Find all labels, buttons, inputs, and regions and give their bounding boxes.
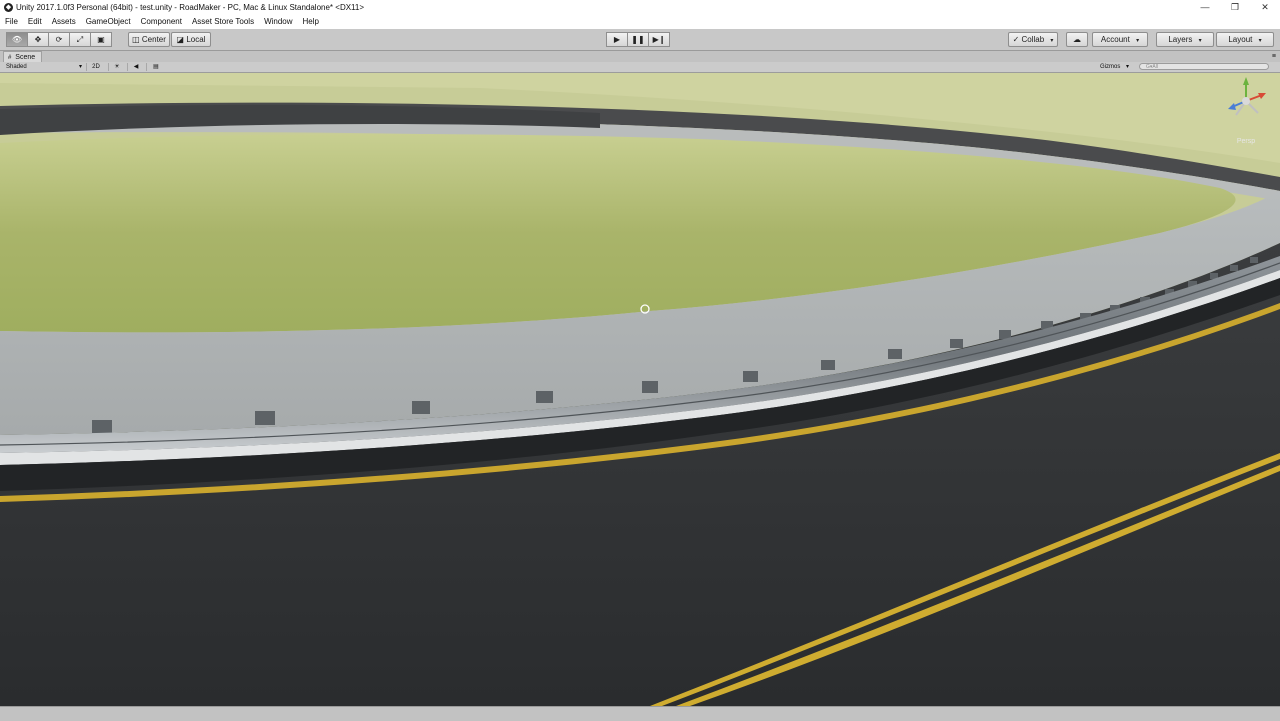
effects-icon[interactable]: ▤	[146, 63, 165, 71]
cloud-icon: ☁	[1073, 35, 1081, 44]
gizmos-search-input[interactable]: G▾All	[1139, 63, 1269, 70]
space-label: Local	[186, 35, 206, 44]
chevron-down-icon: ▾	[1136, 38, 1140, 44]
chevron-down-icon: ▾	[1198, 38, 1202, 44]
account-button[interactable]: Account ▾	[1092, 32, 1148, 47]
layout-label: Layout	[1228, 35, 1253, 44]
menu-edit[interactable]: Edit	[23, 15, 47, 29]
menu-assets[interactable]: Assets	[47, 15, 81, 29]
scale-icon[interactable]: ⤢	[69, 32, 91, 47]
window-controls: — ❐ ✕	[1190, 0, 1280, 15]
main-toolbar: 👁 ✥ ⟳ ⤢ ▣ ◫ Center ◪ Local ▶ ❚❚ ▶❙ ✓ Col…	[0, 29, 1280, 51]
persp-label: Persp	[1237, 138, 1255, 145]
menu-asset-store-tools[interactable]: Asset Store Tools	[187, 15, 259, 29]
collab-label: Collab	[1021, 35, 1045, 44]
2d-toggle-button[interactable]: 2D	[86, 63, 105, 71]
collab-check-icon: ✓	[1012, 35, 1020, 44]
cloud-button[interactable]: ☁	[1066, 32, 1088, 47]
status-bar	[0, 706, 1280, 721]
layout-dropdown[interactable]: Layout ▾	[1216, 32, 1274, 47]
scene-view-toolbar: Shaded ▾ 2D ☀ ◀ ▤ Gizmos ▾ G▾All	[0, 62, 1280, 73]
menu-icon[interactable]: ≡	[1272, 51, 1276, 62]
menu-window[interactable]: Window	[259, 15, 297, 29]
lighting-icon[interactable]: ☀	[108, 63, 125, 71]
chevron-down-icon: ▾	[1050, 38, 1054, 44]
chevron-down-icon: ▾	[78, 64, 82, 70]
gizmos-dropdown[interactable]: Gizmos ▾	[1100, 62, 1129, 72]
space-icon: ◪	[176, 35, 185, 44]
title-bar: ◆ Unity 2017.1.0f3 Personal (64bit) - te…	[0, 0, 1280, 15]
transform-tools: 👁 ✥ ⟳ ⤢ ▣	[6, 32, 112, 47]
play-icon[interactable]: ▶	[606, 32, 628, 47]
gizmos-label: Gizmos	[1100, 64, 1121, 70]
move-icon[interactable]: ✥	[27, 32, 49, 47]
scene-viewport[interactable]: Persp	[0, 73, 1280, 706]
pause-icon[interactable]: ❚❚	[627, 32, 649, 47]
rotate-icon[interactable]: ⟳	[48, 32, 70, 47]
menu-bar: File Edit Assets GameObject Component As…	[0, 15, 1280, 29]
pivot-label: Center	[141, 35, 166, 44]
window-title: Unity 2017.1.0f3 Personal (64bit) - test…	[16, 3, 365, 12]
unity-logo-icon: ◆	[4, 3, 13, 12]
restore-icon[interactable]: ❐	[1220, 0, 1250, 15]
pivot-icon: ◫	[132, 35, 140, 44]
playback-controls: ▶ ❚❚ ▶❙	[606, 32, 670, 47]
shading-mode-dropdown[interactable]: Shaded ▾	[6, 62, 82, 72]
menu-component[interactable]: Component	[136, 15, 187, 29]
menu-file[interactable]: File	[0, 15, 23, 29]
collab-button[interactable]: ✓ Collab ▾	[1008, 32, 1058, 47]
scene-tab-bar: # Scene ≡	[0, 51, 1280, 63]
hand-icon[interactable]: 👁	[6, 32, 28, 47]
layers-label: Layers	[1168, 35, 1193, 44]
tab-scene-label: Scene	[15, 54, 36, 61]
minimize-icon[interactable]: —	[1190, 0, 1220, 15]
menu-gameobject[interactable]: GameObject	[81, 15, 136, 29]
chevron-down-icon: ▾	[1126, 64, 1130, 70]
pivot-center-button[interactable]: ◫ Center	[128, 32, 170, 47]
layers-dropdown[interactable]: Layers ▾	[1156, 32, 1214, 47]
pivot-local-button[interactable]: ◪ Local	[171, 32, 211, 47]
rect-tool-icon[interactable]: ▣	[90, 32, 112, 47]
scene-icon: #	[8, 55, 12, 61]
menu-help[interactable]: Help	[298, 15, 324, 29]
step-icon[interactable]: ▶❙	[648, 32, 670, 47]
scene-render: Persp	[0, 73, 1280, 706]
chevron-down-icon: ▾	[1258, 38, 1262, 44]
shading-mode-label: Shaded	[6, 64, 27, 70]
account-label: Account	[1100, 35, 1130, 44]
audio-icon[interactable]: ◀	[127, 63, 144, 71]
close-icon[interactable]: ✕	[1250, 0, 1280, 15]
